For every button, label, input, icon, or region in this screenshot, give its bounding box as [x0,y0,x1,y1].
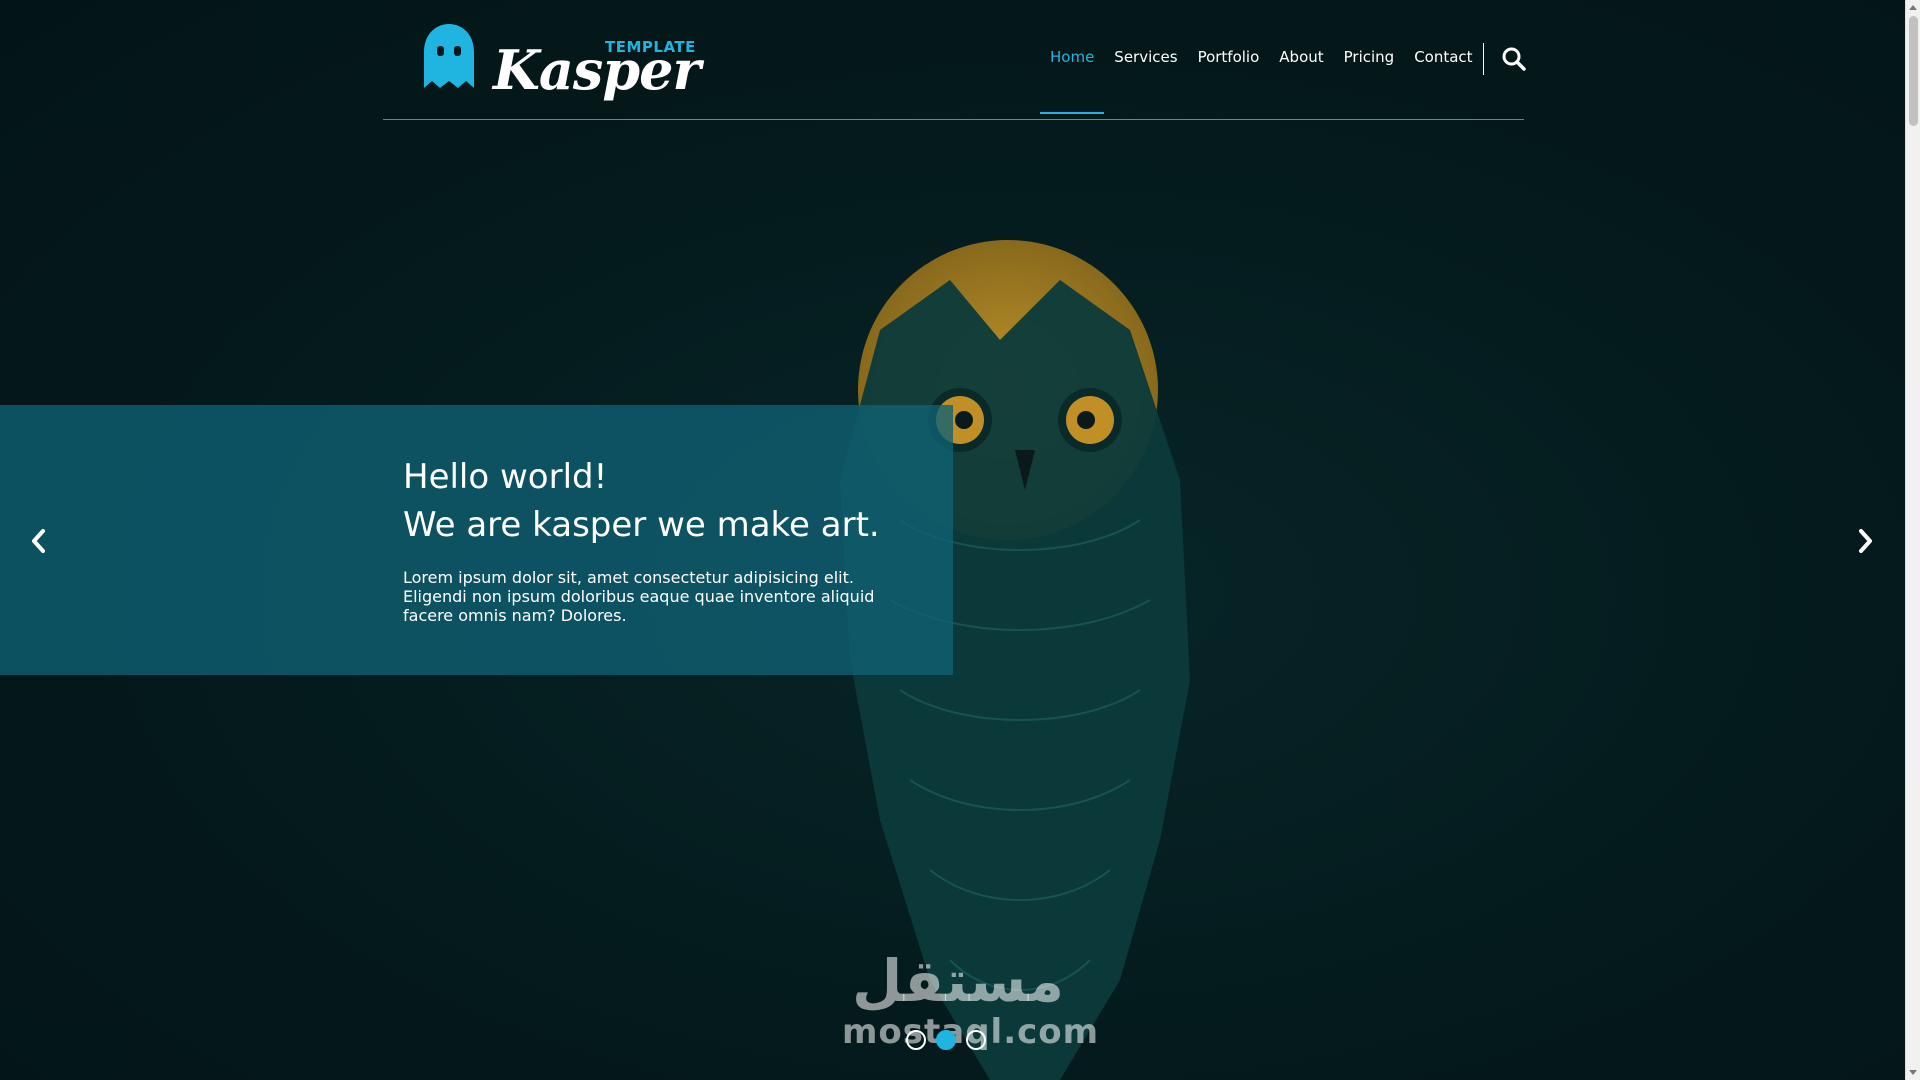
slider-dots [906,1030,986,1050]
chevron-right-icon[interactable] [1853,526,1877,556]
site-header: Kasper TEMPLATE Home Services Portfolio … [383,0,1527,120]
main-nav: Home Services Portfolio About Pricing Co… [1040,0,1483,120]
nav-home[interactable]: Home [1040,0,1105,114]
slide-body-text: Lorem ipsum dolor sit, amet consectetur … [403,568,875,625]
scroll-down-icon[interactable] [1909,1070,1917,1075]
ghost-icon [424,24,474,88]
search-divider [1483,43,1484,75]
slider-dot-1[interactable] [906,1030,926,1050]
slide-heading-line2: We are kasper we make art. [403,505,880,545]
slider-dot-3[interactable] [966,1030,986,1050]
nav-pricing[interactable]: Pricing [1334,0,1405,114]
scrollbar-thumb[interactable] [1909,16,1918,126]
watermark-arabic: مستقل [851,947,1065,1015]
chevron-left-icon[interactable] [27,526,51,556]
nav-contact[interactable]: Contact [1404,0,1482,114]
search-icon[interactable] [1501,46,1527,72]
logo-template-label: TEMPLATE [605,38,696,56]
scroll-up-icon[interactable] [1909,5,1917,10]
page-scrollbar[interactable] [1905,0,1920,1080]
nav-about[interactable]: About [1269,0,1333,114]
slide-caption: Hello world! We are kasper we make art. … [0,405,953,675]
slide-heading-line1: Hello world! [403,457,608,497]
logo[interactable]: Kasper TEMPLATE [419,20,701,102]
nav-portfolio[interactable]: Portfolio [1188,0,1270,114]
slider-dot-2[interactable] [936,1030,956,1050]
nav-services[interactable]: Services [1104,0,1187,114]
